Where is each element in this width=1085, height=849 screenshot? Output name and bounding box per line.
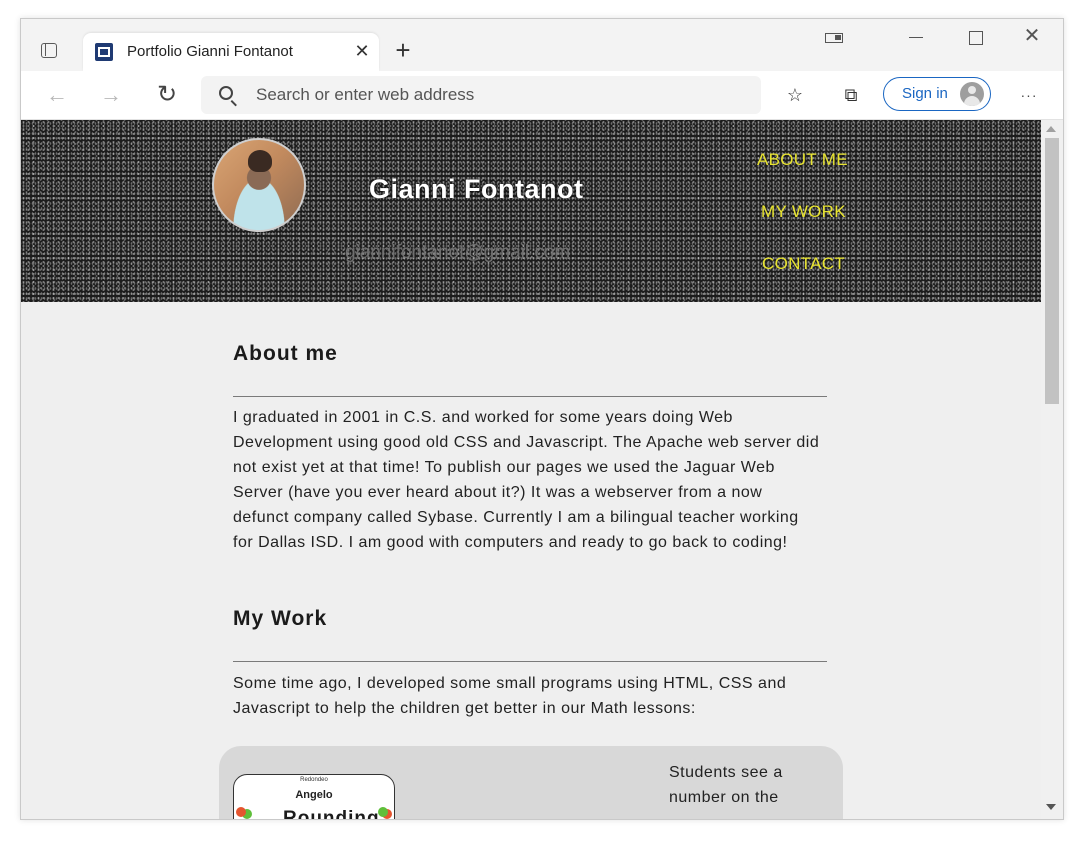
about-paragraph: I graduated in 2001 in C.S. and worked f… (233, 409, 820, 551)
back-icon[interactable]: ← (43, 81, 71, 109)
work-section-title: My Work (233, 607, 328, 630)
site-owner-email[interactable]: giannifontanot@gmail.com (345, 242, 570, 264)
address-bar[interactable]: Search or enter web address (201, 76, 761, 114)
search-icon (219, 86, 233, 100)
nav-link-my-work[interactable]: MY WORK (761, 202, 846, 222)
forward-icon[interactable]: → (97, 81, 125, 109)
minimize-icon[interactable] (909, 37, 923, 38)
collections-icon[interactable]: ⧉ (839, 83, 863, 107)
site-favicon-icon (95, 43, 113, 61)
sign-in-label: Sign in (902, 85, 948, 102)
browser-window: Portfolio Gianni Fontanot ✕ + ✕ ← → ↻ Se… (20, 18, 1064, 820)
tab-title: Portfolio Gianni Fontanot (127, 43, 293, 60)
page-scrollbar[interactable] (1041, 120, 1063, 819)
page-header: Gianni Fontanot giannifontanot@gmail.com… (21, 120, 1041, 302)
about-divider (233, 396, 827, 397)
tab-actions-icon[interactable] (35, 39, 63, 63)
more-options-icon[interactable]: ··· (1017, 83, 1041, 107)
close-tab-icon[interactable]: ✕ (351, 40, 373, 62)
tab-strip: Portfolio Gianni Fontanot ✕ + ✕ (21, 19, 1063, 71)
site-owner-name: Gianni Fontanot (369, 174, 584, 204)
scroll-thumb[interactable] (1045, 138, 1059, 404)
decoration-icon (236, 807, 246, 817)
address-placeholder[interactable]: Search or enter web address (256, 85, 474, 105)
close-window-icon[interactable]: ✕ (1021, 25, 1043, 47)
sign-in-button[interactable]: Sign in (883, 77, 991, 111)
project-title: Rounding (283, 808, 380, 819)
work-divider (233, 661, 827, 662)
project-description: Students see a number on the (669, 764, 783, 806)
scroll-up-arrow-icon[interactable] (1046, 126, 1056, 132)
thumbnail-caption: Redondeo (300, 777, 328, 783)
favorites-icon[interactable]: ☆ (783, 83, 807, 107)
about-section-title: About me (233, 342, 338, 365)
scroll-down-arrow-icon[interactable] (1046, 804, 1056, 810)
refresh-icon[interactable]: ↻ (153, 81, 181, 109)
maximize-icon[interactable] (969, 31, 983, 45)
profile-avatar-icon (960, 82, 984, 106)
nav-link-about-me[interactable]: ABOUT ME (757, 150, 848, 170)
nav-link-contact[interactable]: CONTACT (762, 254, 845, 274)
thumbnail-name: Angelo (295, 789, 333, 801)
profile-photo (212, 138, 306, 232)
browser-tab[interactable]: Portfolio Gianni Fontanot ✕ (83, 33, 379, 71)
page-viewport: Gianni Fontanot giannifontanot@gmail.com… (21, 120, 1041, 819)
work-paragraph: Some time ago, I developed some small pr… (233, 675, 787, 717)
browser-toolbar: ← → ↻ Search or enter web address ☆ ⧉ Si… (21, 71, 1063, 120)
new-tab-icon[interactable]: + (389, 37, 417, 65)
sidebar-panel-icon[interactable] (825, 31, 845, 45)
